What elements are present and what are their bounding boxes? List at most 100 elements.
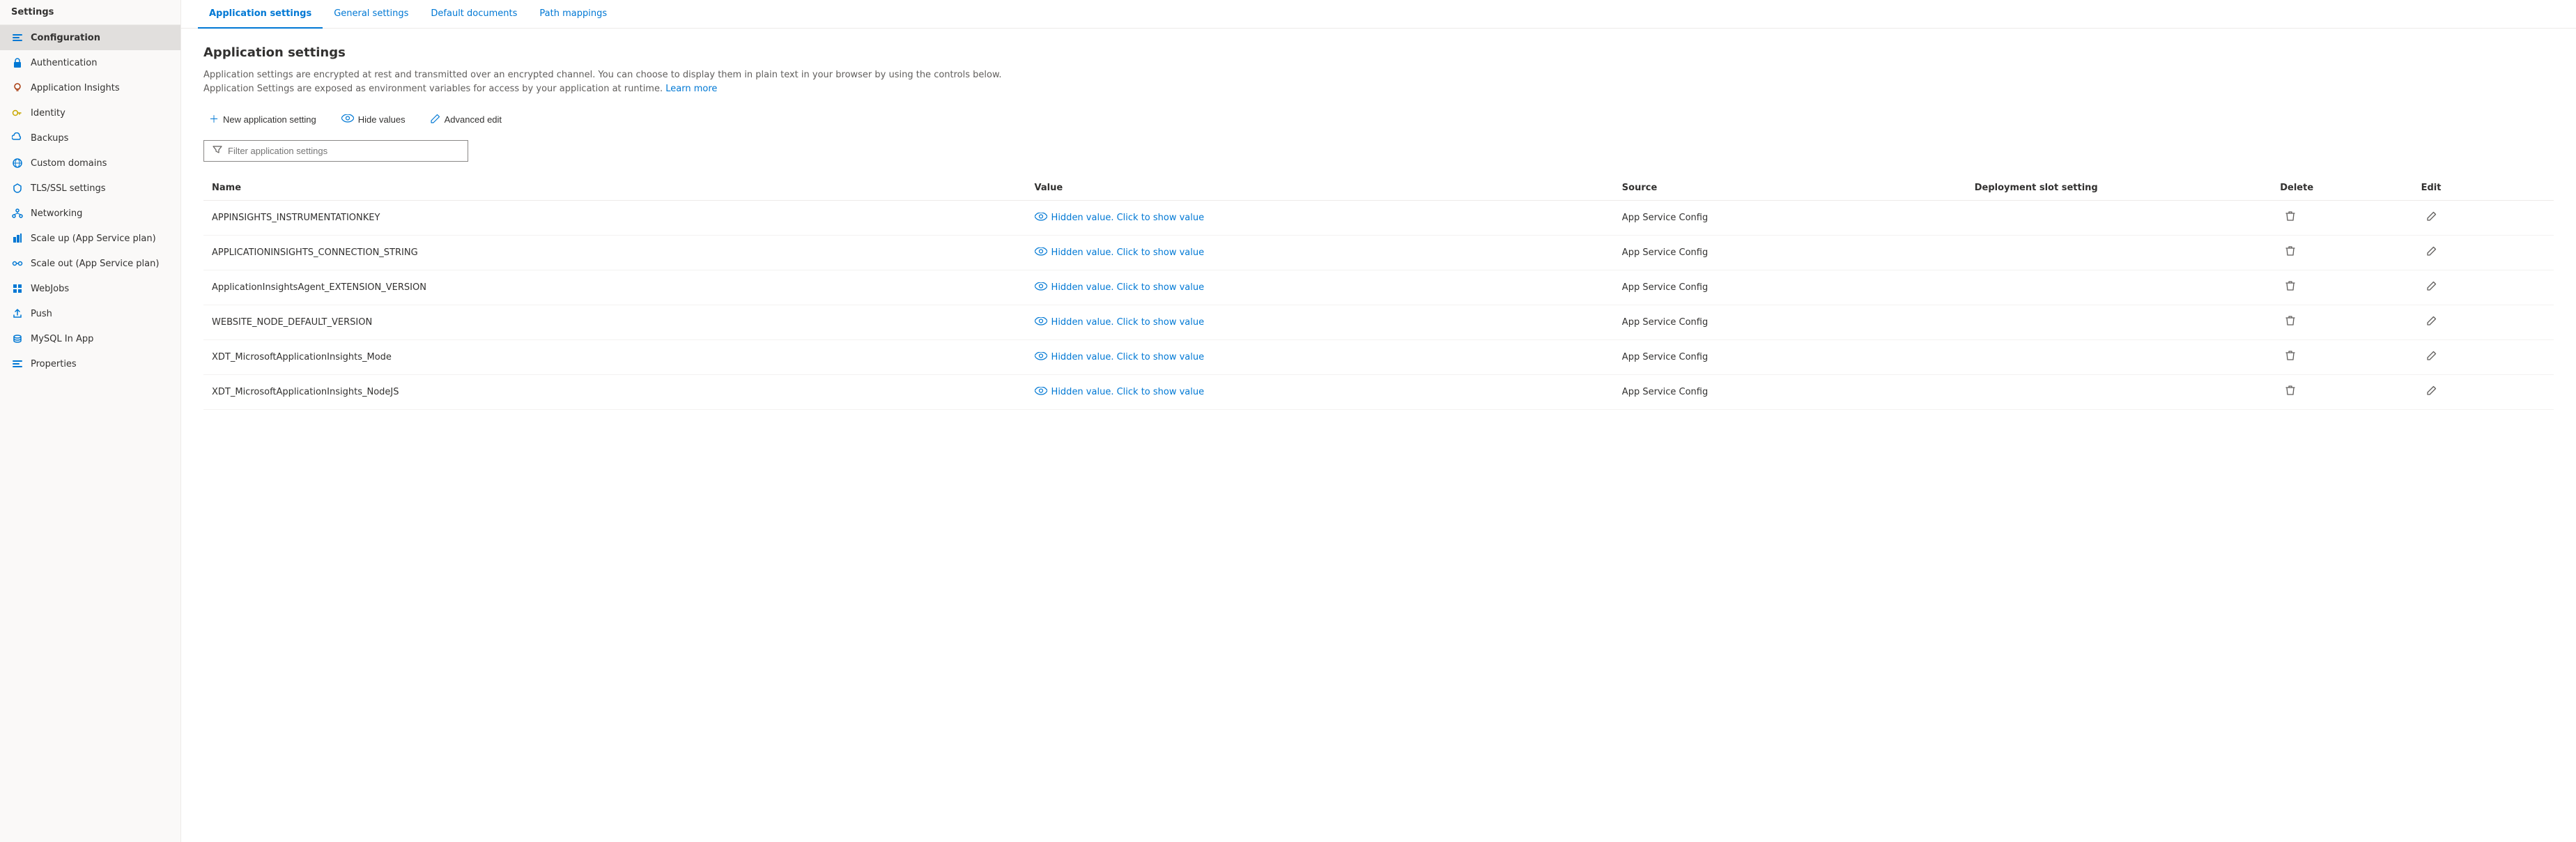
toolbar: ＋ New application setting Hide values Ad… xyxy=(203,109,2554,129)
cell-name: XDT_MicrosoftApplicationInsights_NodeJS xyxy=(203,375,1026,410)
sidebar-item-scale-out[interactable]: Scale out (App Service plan) xyxy=(0,251,180,276)
plus-icon: ＋ xyxy=(209,112,219,126)
table-row: APPLICATIONINSIGHTS_CONNECTION_STRING Hi… xyxy=(203,236,2554,270)
hidden-value-link[interactable]: Hidden value. Click to show value xyxy=(1035,317,1605,328)
sidebar: Settings Configuration Authentication Ap… xyxy=(0,0,181,842)
delete-button[interactable] xyxy=(2280,277,2301,298)
lightbulb-icon xyxy=(11,82,24,94)
cell-name: ApplicationInsightsAgent_EXTENSION_VERSI… xyxy=(203,270,1026,305)
edit-button[interactable] xyxy=(2421,383,2442,401)
cell-value[interactable]: Hidden value. Click to show value xyxy=(1026,375,1614,410)
sidebar-item-tls-ssl[interactable]: TLS/SSL settings xyxy=(0,176,180,201)
cell-delete[interactable] xyxy=(2272,270,2412,305)
sidebar-item-custom-domains[interactable]: Custom domains xyxy=(0,151,180,176)
hidden-value-link[interactable]: Hidden value. Click to show value xyxy=(1035,247,1605,258)
filter-container xyxy=(203,140,2554,162)
col-value: Value xyxy=(1026,176,1614,201)
cell-value[interactable]: Hidden value. Click to show value xyxy=(1026,270,1614,305)
shield-icon xyxy=(11,182,24,194)
hidden-value-link[interactable]: Hidden value. Click to show value xyxy=(1035,282,1605,293)
tab-general-settings[interactable]: General settings xyxy=(323,0,419,29)
eye-slash-icon xyxy=(341,114,354,125)
edit-button[interactable] xyxy=(2421,278,2442,297)
sidebar-item-push[interactable]: Push xyxy=(0,301,180,326)
cell-edit[interactable] xyxy=(2413,201,2554,236)
cell-edit[interactable] xyxy=(2413,340,2554,375)
delete-button[interactable] xyxy=(2280,382,2301,402)
cell-value[interactable]: Hidden value. Click to show value xyxy=(1026,236,1614,270)
col-edit: Edit xyxy=(2413,176,2554,201)
advanced-edit-button[interactable]: Advanced edit xyxy=(425,111,507,128)
network-icon xyxy=(11,207,24,220)
eye-icon xyxy=(1035,387,1047,397)
sidebar-item-mysql[interactable]: MySQL In App xyxy=(0,326,180,351)
sidebar-item-scale-up[interactable]: Scale up (App Service plan) xyxy=(0,226,180,251)
tab-path-mappings[interactable]: Path mappings xyxy=(528,0,618,29)
cell-delete[interactable] xyxy=(2272,340,2412,375)
cell-source: App Service Config xyxy=(1614,305,1966,340)
cell-deployment-slot xyxy=(1966,305,2272,340)
cell-edit[interactable] xyxy=(2413,236,2554,270)
eye-icon xyxy=(1035,317,1047,328)
table-row: WEBSITE_NODE_DEFAULT_VERSION Hidden valu… xyxy=(203,305,2554,340)
hidden-value-link[interactable]: Hidden value. Click to show value xyxy=(1035,352,1605,362)
col-delete: Delete xyxy=(2272,176,2412,201)
sidebar-item-label: Identity xyxy=(31,108,65,118)
delete-button[interactable] xyxy=(2280,208,2301,228)
filter-input-wrapper[interactable] xyxy=(203,140,468,162)
edit-button[interactable] xyxy=(2421,208,2442,227)
cell-source: App Service Config xyxy=(1614,340,1966,375)
new-application-setting-button[interactable]: ＋ New application setting xyxy=(203,109,322,129)
sidebar-header: Settings xyxy=(0,0,180,25)
cell-edit[interactable] xyxy=(2413,270,2554,305)
edit-button[interactable] xyxy=(2421,313,2442,332)
hidden-value-link[interactable]: Hidden value. Click to show value xyxy=(1035,213,1605,223)
col-deployment-slot: Deployment slot setting xyxy=(1966,176,2272,201)
tab-default-documents[interactable]: Default documents xyxy=(419,0,528,29)
properties-icon xyxy=(11,358,24,370)
cell-deployment-slot xyxy=(1966,375,2272,410)
sidebar-item-identity[interactable]: Identity xyxy=(0,100,180,125)
cell-delete[interactable] xyxy=(2272,375,2412,410)
page-title: Application settings xyxy=(203,45,2554,60)
cell-deployment-slot xyxy=(1966,201,2272,236)
sidebar-item-authentication[interactable]: Authentication xyxy=(0,50,180,75)
cell-edit[interactable] xyxy=(2413,305,2554,340)
sidebar-item-label: Push xyxy=(31,309,52,319)
cell-delete[interactable] xyxy=(2272,305,2412,340)
hidden-value-link[interactable]: Hidden value. Click to show value xyxy=(1035,387,1605,397)
sidebar-item-label: Networking xyxy=(31,208,82,219)
sidebar-item-properties[interactable]: Properties xyxy=(0,351,180,376)
sidebar-item-configuration[interactable]: Configuration xyxy=(0,25,180,50)
edit-button[interactable] xyxy=(2421,348,2442,367)
sidebar-item-networking[interactable]: Networking xyxy=(0,201,180,226)
cell-edit[interactable] xyxy=(2413,375,2554,410)
pencil-icon xyxy=(431,114,440,125)
filter-icon xyxy=(213,145,222,157)
delete-button[interactable] xyxy=(2280,243,2301,263)
page-description: Application settings are encrypted at re… xyxy=(203,68,1040,95)
sidebar-item-webjobs[interactable]: WebJobs xyxy=(0,276,180,301)
cell-deployment-slot xyxy=(1966,236,2272,270)
learn-more-link[interactable]: Learn more xyxy=(665,84,717,94)
edit-button[interactable] xyxy=(2421,243,2442,262)
tab-application-settings[interactable]: Application settings xyxy=(198,0,323,29)
cell-value[interactable]: Hidden value. Click to show value xyxy=(1026,305,1614,340)
cell-delete[interactable] xyxy=(2272,236,2412,270)
sidebar-item-label: Application Insights xyxy=(31,83,120,93)
sidebar-item-label: Scale up (App Service plan) xyxy=(31,234,156,244)
cell-value[interactable]: Hidden value. Click to show value xyxy=(1026,201,1614,236)
sidebar-item-backups[interactable]: Backups xyxy=(0,125,180,151)
push-icon xyxy=(11,307,24,320)
hide-values-button[interactable]: Hide values xyxy=(336,111,411,128)
cell-delete[interactable] xyxy=(2272,201,2412,236)
settings-table: Name Value Source Deployment slot settin… xyxy=(203,176,2554,410)
cell-value[interactable]: Hidden value. Click to show value xyxy=(1026,340,1614,375)
sidebar-item-label: Configuration xyxy=(31,33,100,43)
sidebar-item-application-insights[interactable]: Application Insights xyxy=(0,75,180,100)
cell-name: XDT_MicrosoftApplicationInsights_Mode xyxy=(203,340,1026,375)
filter-input[interactable] xyxy=(228,146,459,156)
delete-button[interactable] xyxy=(2280,312,2301,332)
mysql-icon xyxy=(11,332,24,345)
delete-button[interactable] xyxy=(2280,347,2301,367)
